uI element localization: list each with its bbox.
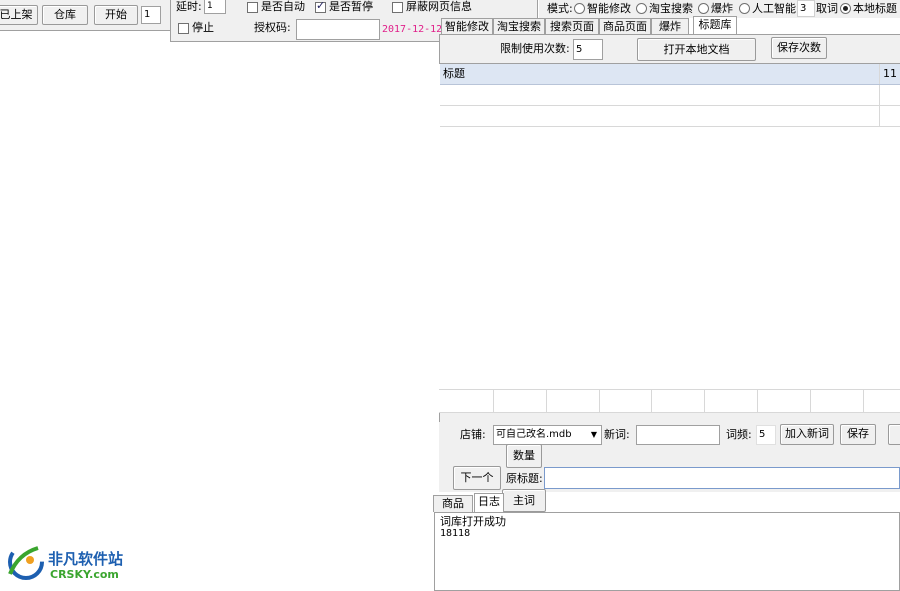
tab-smart-edit[interactable]: 智能修改 xyxy=(441,18,493,34)
crsky-logo: 非凡软件站 CRSKY.com xyxy=(4,540,134,588)
save-button[interactable]: 保存 xyxy=(840,424,876,445)
next-button[interactable]: 下一个 xyxy=(453,466,501,490)
shop-select[interactable]: 可自己改名.mdb ▼ xyxy=(493,425,602,445)
main-word-button[interactable]: 主词 xyxy=(502,489,546,512)
quantity-button[interactable]: 数量 xyxy=(506,444,542,468)
add-new-word-button[interactable]: 加入新词 xyxy=(780,424,834,445)
grid-header-count[interactable]: 11 xyxy=(880,64,900,84)
grid-header-row: 标题 11 xyxy=(440,64,900,85)
mode-ai-radio[interactable] xyxy=(739,3,750,14)
grid-cell[interactable] xyxy=(440,85,880,105)
strip-divider xyxy=(704,390,705,412)
grid-header-title[interactable]: 标题 xyxy=(440,64,880,84)
stop-checkbox[interactable] xyxy=(178,23,189,34)
toolbar-divider xyxy=(0,30,170,31)
logo-text-en: CRSKY.com xyxy=(50,568,119,581)
tab-search-page[interactable]: 搜索页面 xyxy=(545,18,599,34)
warehouse-button[interactable]: 仓库 xyxy=(42,5,88,25)
block-checkbox[interactable] xyxy=(392,2,403,13)
block-label: 屏蔽网页信息 xyxy=(406,0,472,13)
bottom-cell-strip xyxy=(439,389,900,413)
strip-divider xyxy=(757,390,758,412)
grid-row[interactable] xyxy=(440,85,900,106)
word-count-input[interactable]: 3 xyxy=(797,0,815,17)
auto-checkbox[interactable] xyxy=(247,2,258,13)
auth-label: 授权码: xyxy=(254,21,291,34)
strip-divider xyxy=(546,390,547,412)
freq-label: 词频: xyxy=(726,428,752,441)
tab-explode[interactable]: 爆炸 xyxy=(651,18,689,34)
count-input[interactable]: 1 xyxy=(141,6,161,24)
auto-label: 是否自动 xyxy=(261,0,305,13)
tab-log[interactable]: 日志 xyxy=(474,493,504,512)
strip-divider xyxy=(863,390,864,412)
chevron-down-icon: ▼ xyxy=(590,430,597,439)
take-word-label: 取词 xyxy=(816,2,838,15)
shop-select-value: 可自己改名.mdb xyxy=(496,429,572,440)
mode-smart-label: 智能修改 xyxy=(587,2,631,15)
logo-text-cn: 非凡软件站 xyxy=(48,550,124,568)
freq-input[interactable]: 5 xyxy=(756,425,776,445)
new-word-label: 新词: xyxy=(604,428,630,441)
mode-ai-label: 人工智能 xyxy=(752,2,796,15)
mode-explode-label: 爆炸 xyxy=(711,2,733,15)
pause-checkbox[interactable] xyxy=(315,0,326,13)
delay-label: 延时: xyxy=(176,0,202,13)
strip-divider xyxy=(651,390,652,412)
mode-label: 模式: xyxy=(547,2,573,15)
save-count-button[interactable]: 保存次数 xyxy=(771,37,827,59)
start-button[interactable]: 开始 xyxy=(94,5,138,25)
grid-row[interactable] xyxy=(440,106,900,127)
mode-explode-radio[interactable] xyxy=(698,3,709,14)
new-word-input[interactable] xyxy=(636,425,720,445)
mode-taobao-label: 淘宝搜索 xyxy=(649,2,693,15)
tab-taobao-search[interactable]: 淘宝搜索 xyxy=(493,18,545,34)
logo-swoosh-icon xyxy=(8,544,44,580)
limit-input[interactable]: 5 xyxy=(573,39,603,60)
tab-products[interactable]: 商品 xyxy=(433,495,473,512)
mode-smart-radio[interactable] xyxy=(574,3,585,14)
strip-divider xyxy=(810,390,811,412)
mode-taobao-radio[interactable] xyxy=(636,3,647,14)
listed-button[interactable]: 已上架 xyxy=(0,5,38,25)
extra-button[interactable] xyxy=(888,424,900,445)
open-local-doc-button[interactable]: 打开本地文档 xyxy=(637,38,756,61)
original-title-input[interactable] xyxy=(544,467,900,489)
strip-divider xyxy=(493,390,494,412)
limit-label: 限制使用次数: xyxy=(500,42,570,55)
tab-product-page[interactable]: 商品页面 xyxy=(599,18,651,34)
date-text: 2017-12-12 xyxy=(382,24,443,35)
strip-divider xyxy=(599,390,600,412)
local-title-radio[interactable] xyxy=(840,3,851,14)
stop-label: 停止 xyxy=(192,21,214,34)
tab-title-library[interactable]: 标题库 xyxy=(693,16,737,34)
log-area[interactable]: 词库打开成功 18118 xyxy=(434,512,900,591)
local-title-label: 本地标题 xyxy=(853,2,897,15)
grid-cell[interactable] xyxy=(440,106,880,126)
log-line: 词库打开成功 xyxy=(440,515,506,528)
pause-label: 是否暂停 xyxy=(329,0,373,13)
delay-input[interactable]: 1 xyxy=(204,0,226,14)
log-line: 18118 xyxy=(440,528,471,539)
shop-label: 店铺: xyxy=(460,428,486,441)
auth-input[interactable] xyxy=(296,19,380,40)
original-title-label: 原标题: xyxy=(506,472,543,485)
